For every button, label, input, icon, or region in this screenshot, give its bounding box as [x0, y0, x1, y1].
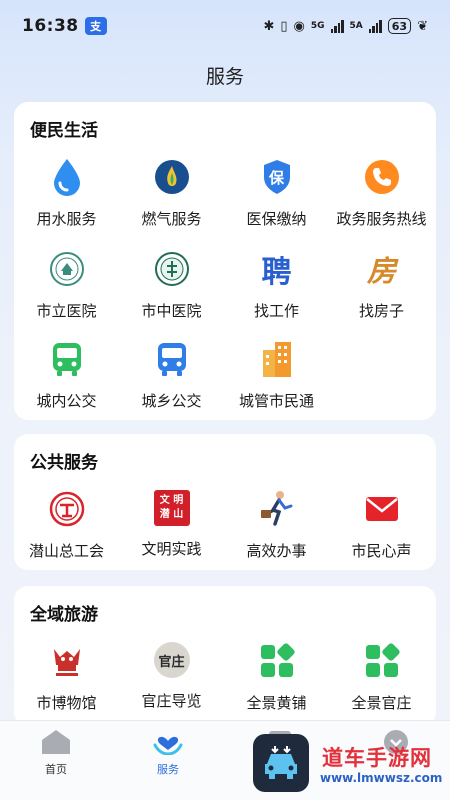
- tab-home[interactable]: 首页: [16, 729, 96, 777]
- tab-label: 首页: [45, 763, 67, 776]
- section-title: 便民生活: [30, 121, 98, 141]
- service-label: 市立医院: [36, 302, 97, 320]
- service-rural-bus[interactable]: 城乡公交: [119, 340, 224, 420]
- service-label: 找房子: [358, 302, 404, 320]
- calligraphy-glyph: 官庄: [158, 654, 185, 670]
- service-label: 用水服务: [36, 210, 97, 228]
- section-title: 公共服务: [30, 453, 98, 473]
- service-label: 城内公交: [36, 392, 97, 410]
- service-city-hospital[interactable]: 市立医院: [14, 250, 119, 330]
- museum-logo-icon: [48, 642, 86, 680]
- section-card-tourism: 全域旅游 市博物馆 官庄 官庄导览 全景黄铺 全景官庄: [14, 586, 436, 726]
- seal-line-2: 潜 山: [159, 509, 184, 520]
- mail-icon: [363, 490, 401, 528]
- hospital-emblem-icon: [48, 250, 86, 288]
- tab-services[interactable]: 服务: [128, 729, 208, 777]
- hotspot-icon: ◉: [293, 18, 305, 34]
- guanzhuang-calligraphy-icon: 官庄: [153, 642, 190, 678]
- service-label: 高效办事: [246, 542, 307, 560]
- service-find-job[interactable]: 聘 找工作: [224, 250, 329, 330]
- service-label: 潜山总工会: [28, 542, 104, 560]
- watermark-car-logo-icon: [253, 734, 309, 792]
- panorama-grid-icon: [258, 642, 296, 680]
- service-label: 医保缴纳: [246, 210, 307, 228]
- status-indicators: ✱ ▯ ◉ 5G 5A 63 ❦: [263, 18, 428, 34]
- service-label: 文明实践: [141, 540, 202, 558]
- service-label: 市中医院: [141, 302, 202, 320]
- service-medical-insurance[interactable]: 保 医保缴纳: [224, 158, 329, 238]
- job-glyph: 聘: [261, 255, 292, 290]
- page-title: 服务: [205, 66, 244, 88]
- service-guanzhuang-guide[interactable]: 官庄 官庄导览: [119, 642, 224, 722]
- service-trade-union[interactable]: 潜山总工会: [14, 490, 119, 570]
- house-glyph: 房: [366, 254, 396, 288]
- home-icon: [42, 730, 70, 754]
- alipay-notification-icon: 支: [84, 17, 107, 35]
- panorama-grid-icon: [363, 642, 401, 680]
- service-label: 燃气服务: [141, 210, 202, 228]
- service-tcm-hospital[interactable]: 市中医院: [119, 250, 224, 330]
- service-label: 全景官庄: [351, 694, 412, 712]
- service-label: 市民心声: [351, 542, 412, 560]
- vibrate-icon: ▯: [280, 18, 288, 34]
- status-bar: 16:38 支 ✱ ▯ ◉ 5G 5A 63 ❦: [0, 0, 450, 52]
- phone-icon: [363, 158, 401, 196]
- building-icon: [258, 340, 296, 378]
- service-label: 全景黄铺: [246, 694, 307, 712]
- service-city-bus[interactable]: 城内公交: [14, 340, 119, 420]
- bus-icon: [48, 340, 86, 378]
- service-label: 城管市民通: [238, 392, 314, 410]
- service-hotline[interactable]: 政务服务热线: [329, 158, 434, 238]
- water-drop-icon: [48, 158, 86, 196]
- service-citizen-voice[interactable]: 市民心声: [329, 490, 434, 570]
- service-label: 政务服务热线: [336, 210, 427, 228]
- power-saving-icon: ❦: [417, 18, 428, 34]
- service-civilization-practice[interactable]: 文 明 潜 山 文明实践: [119, 490, 224, 570]
- running-person-icon: [258, 490, 296, 528]
- service-gas[interactable]: 燃气服务: [119, 158, 224, 238]
- service-panorama-huangpu[interactable]: 全景黄铺: [224, 642, 329, 722]
- service-label: 市博物馆: [36, 694, 97, 712]
- battery-indicator: 63: [387, 18, 412, 34]
- section-card-daily-life: 便民生活 用水服务 燃气服务 保 医保缴纳 政务服务热线 市立医院 市中医院 聘…: [14, 102, 436, 420]
- service-label: 城乡公交: [141, 392, 202, 410]
- service-museum[interactable]: 市博物馆: [14, 642, 119, 722]
- service-label: 找工作: [253, 302, 299, 320]
- bus-icon: [153, 340, 191, 378]
- bluetooth-icon: ✱: [263, 18, 275, 34]
- service-label: 官庄导览: [141, 692, 202, 710]
- seal-line-1: 文 明: [159, 495, 184, 506]
- union-emblem-icon: [48, 490, 86, 528]
- signal-2-icon: [368, 19, 382, 33]
- civilization-seal-icon: 文 明 潜 山: [153, 490, 190, 526]
- house-icon: 房: [363, 250, 401, 288]
- heart-hands-icon: [153, 736, 183, 755]
- section-title: 全域旅游: [30, 605, 98, 625]
- service-efficient-affairs[interactable]: 高效办事: [224, 490, 329, 570]
- service-urban-management[interactable]: 城管市民通: [224, 340, 329, 420]
- insurance-shield-icon: 保: [258, 158, 296, 196]
- network-type-1: 5G: [310, 21, 325, 31]
- insurance-glyph: 保: [268, 168, 284, 187]
- job-icon: 聘: [258, 250, 296, 290]
- watermark-url: www.lmwwsz.com: [320, 771, 443, 785]
- service-panorama-guanzhuang[interactable]: 全景官庄: [329, 642, 434, 722]
- network-type-2: 5A: [349, 21, 363, 31]
- tcm-hospital-emblem-icon: [153, 250, 191, 288]
- service-water[interactable]: 用水服务: [14, 158, 119, 238]
- signal-1-icon: [330, 19, 344, 33]
- gas-flame-icon: [153, 158, 191, 196]
- status-time: 16:38: [22, 16, 79, 36]
- watermark-text: 道车手游网: [322, 746, 432, 770]
- service-find-house[interactable]: 房 找房子: [329, 250, 434, 330]
- section-card-public-services: 公共服务 潜山总工会 文 明 潜 山 文明实践 高效办事 市民心声: [14, 434, 436, 570]
- tab-label: 服务: [157, 763, 179, 776]
